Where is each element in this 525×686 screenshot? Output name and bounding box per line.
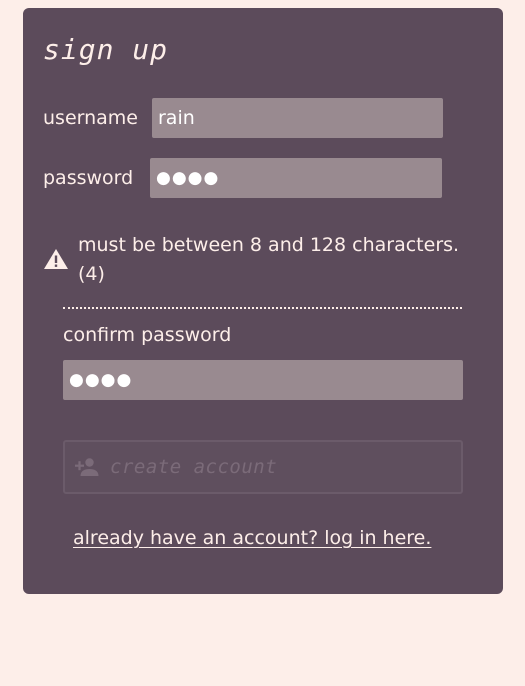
signup-card: sign up username rain password ●●●● must… — [23, 8, 503, 594]
divider — [63, 307, 462, 309]
password-input[interactable]: ●●●● — [150, 158, 442, 198]
confirm-password-input[interactable]: ●●●● — [63, 360, 463, 400]
login-link[interactable]: already have an account? log in here. — [73, 526, 431, 550]
create-account-button[interactable]: create account — [63, 440, 463, 494]
username-label: username — [43, 107, 138, 129]
add-user-icon — [75, 458, 99, 476]
page-title: sign up — [43, 33, 169, 66]
username-input[interactable]: rain — [152, 98, 443, 138]
password-validation-message: must be between 8 and 128 characters. (4… — [78, 234, 460, 285]
warning-triangle-icon — [44, 249, 68, 269]
password-label: password — [43, 167, 134, 189]
confirm-password-label: confirm password — [63, 324, 232, 346]
create-account-label: create account — [110, 456, 278, 478]
